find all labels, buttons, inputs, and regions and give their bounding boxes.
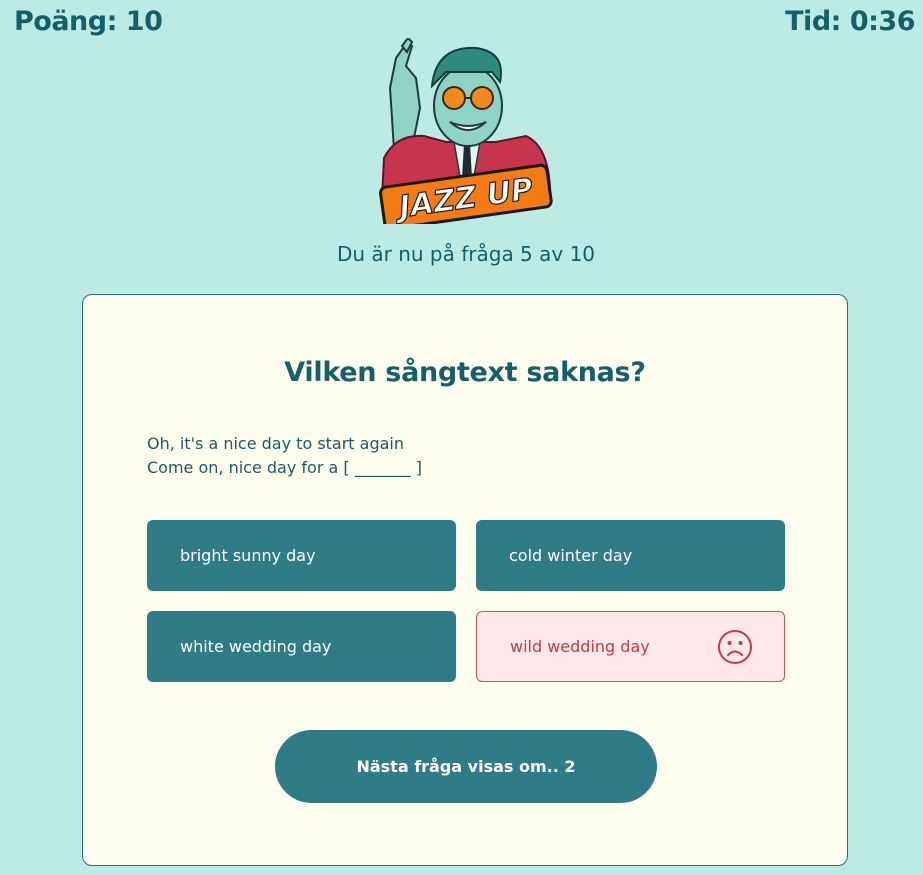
lyrics-line: Oh, it's a nice day to start again — [147, 434, 405, 453]
question-title: Vilken sångtext saknas? — [284, 357, 646, 388]
answer-label: wild wedding day — [510, 637, 650, 656]
jazz-up-logo: JAZZ UP — [379, 38, 553, 224]
answer-option-bright-sunny-day[interactable]: bright sunny day — [147, 520, 456, 591]
question-progress: Du är nu på fråga 5 av 10 — [336, 242, 596, 266]
quiz-card: Vilken sångtext saknas? Oh, it's a nice … — [82, 294, 848, 866]
answer-option-white-wedding-day[interactable]: white wedding day — [147, 611, 456, 682]
answer-option-wild-wedding-day[interactable]: wild wedding day — [476, 611, 785, 682]
lyrics-block: Oh, it's a nice day to start again Come … — [147, 432, 422, 480]
answer-option-cold-winter-day[interactable]: cold winter day — [476, 520, 785, 591]
score-display: Poäng: 10 — [14, 6, 163, 37]
sad-face-icon — [718, 629, 752, 664]
timer-display: Tid: 0:36 — [785, 6, 915, 37]
lyrics-line: Come on, nice day for a [ _______ ] — [147, 458, 423, 477]
answer-label: cold winter day — [509, 546, 633, 565]
answer-label: white wedding day — [180, 637, 332, 656]
answer-label: bright sunny day — [180, 546, 316, 565]
next-question-button[interactable]: Nästa fråga visas om.. 2 — [275, 730, 657, 803]
